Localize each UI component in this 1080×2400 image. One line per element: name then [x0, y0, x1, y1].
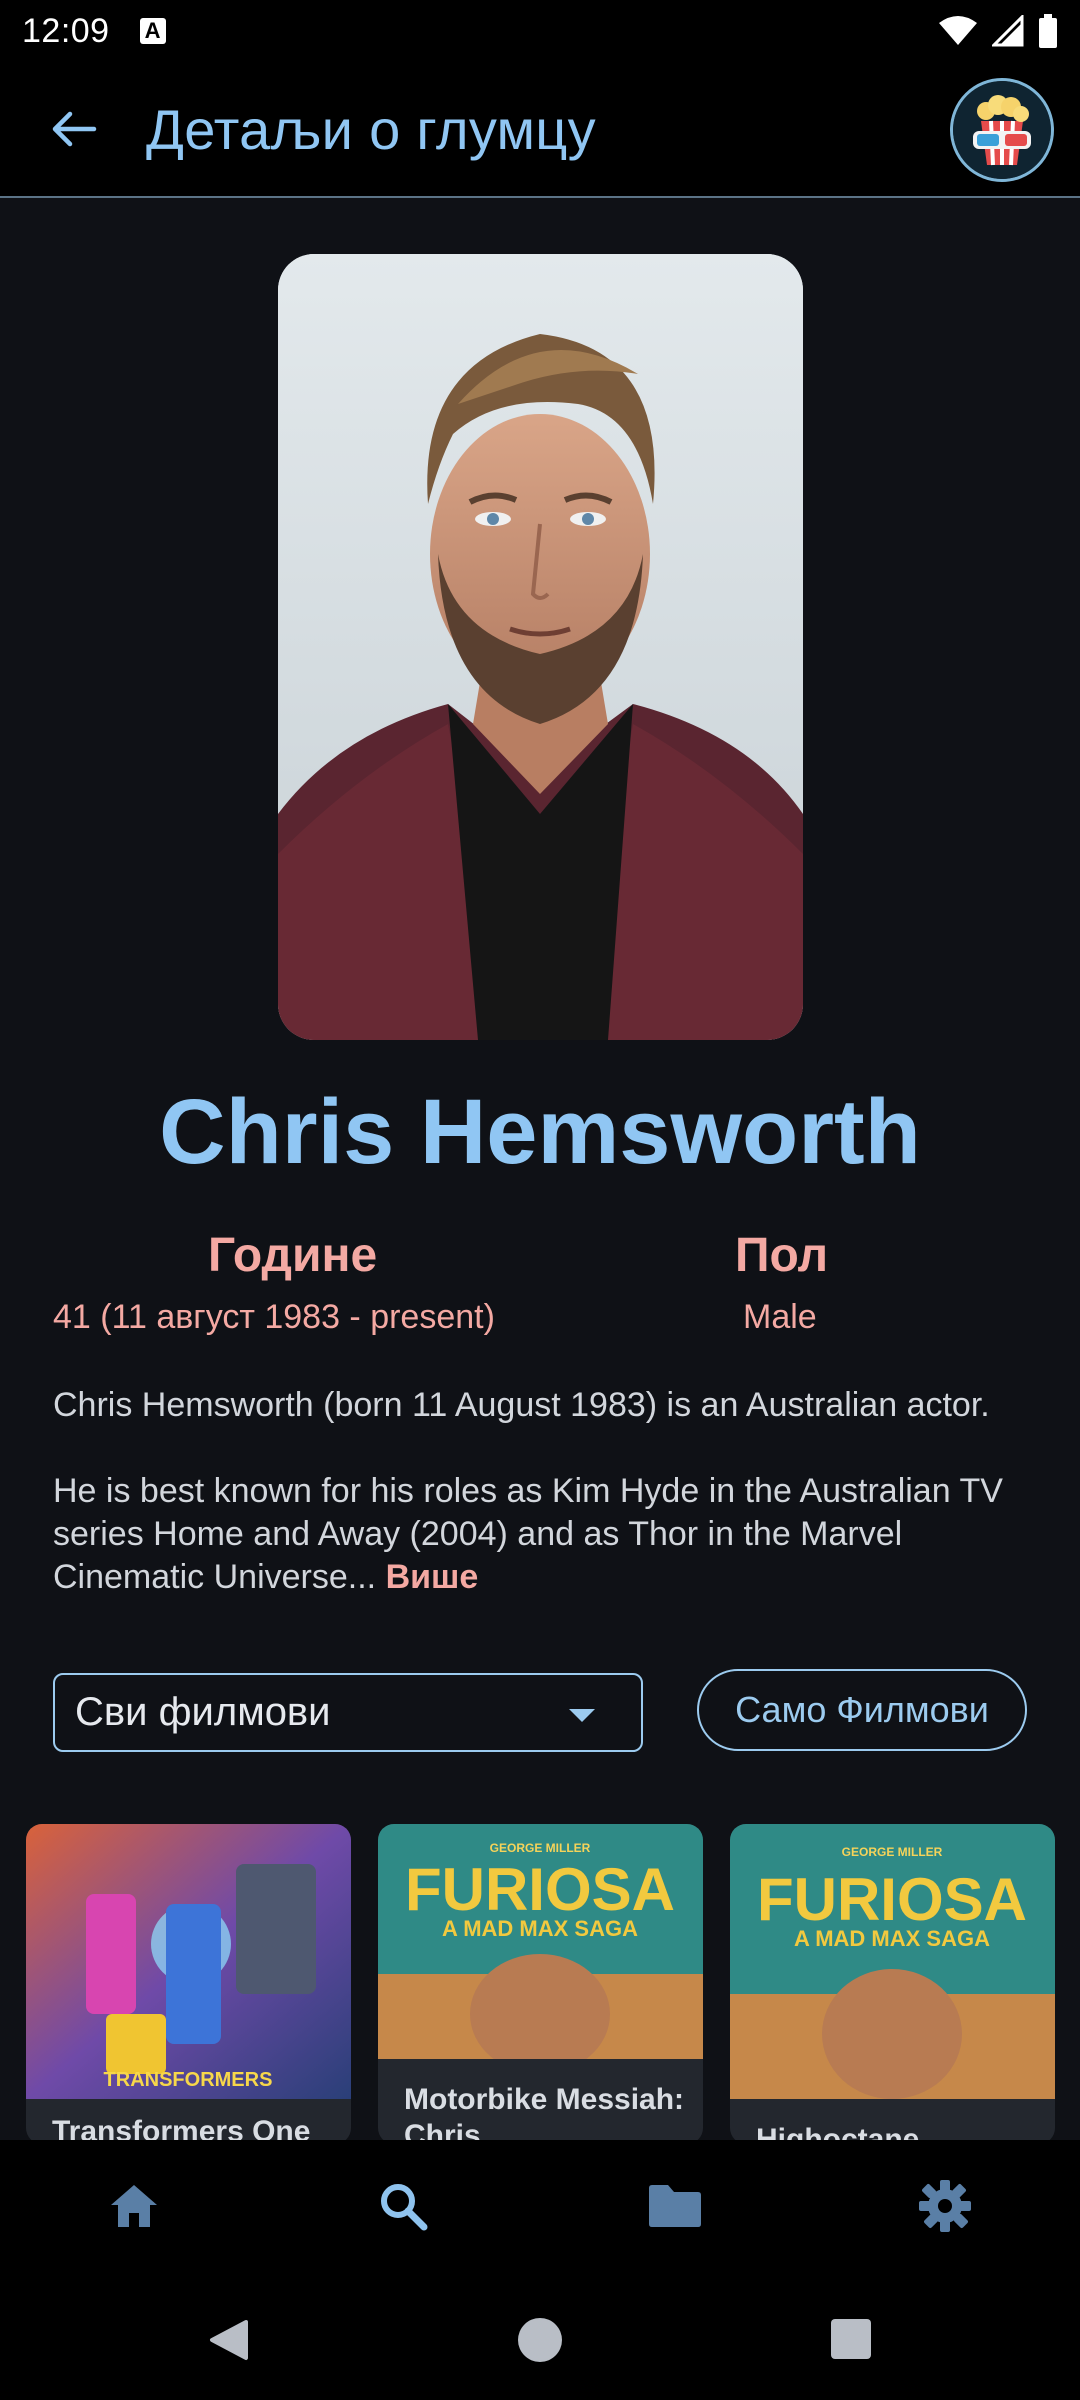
only-movies-button[interactable]: Само Филмови	[697, 1669, 1027, 1751]
home-circle-icon[interactable]	[516, 2316, 564, 2364]
app-bar: Детаљи о глумцу	[0, 62, 1080, 198]
cell-signal-icon	[992, 15, 1024, 47]
movie-card[interactable]: TRANSFORMERS Transformers One	[26, 1824, 351, 2144]
wifi-icon	[939, 16, 977, 45]
popcorn-3d-glasses-logo	[953, 81, 1051, 179]
status-bar: 12:09 A	[0, 0, 1080, 62]
bio-paragraph-2: He is best known for his roles as Kim Hy…	[53, 1470, 1043, 1599]
movie-filter-dropdown[interactable]: Сви филмови	[53, 1673, 643, 1752]
poster-subtitle: A MAD MAX SAGA	[794, 1926, 990, 1951]
status-icons	[938, 14, 1058, 48]
actor-photo	[278, 254, 803, 1040]
poster-text: TRANSFORMERS	[104, 2069, 273, 2091]
notification-a-icon: A	[139, 18, 166, 44]
actor-name: Chris Hemsworth	[159, 1081, 921, 1183]
status-time: 12:09	[22, 11, 110, 50]
nav-search[interactable]	[371, 2174, 435, 2238]
battery-icon	[1039, 14, 1057, 48]
actor-portrait-image	[278, 254, 803, 1040]
bio-paragraph-2-text: He is best known for his roles as Kim Hy…	[53, 1472, 1003, 1596]
poster-title: FURIOSA	[405, 1856, 675, 1923]
bio-paragraph-1: Chris Hemsworth (born 11 August 1983) is…	[53, 1386, 990, 1424]
poster-subtitle: A MAD MAX SAGA	[442, 1916, 638, 1941]
nav-settings[interactable]	[913, 2174, 977, 2238]
back-button[interactable]	[34, 89, 114, 169]
age-label: Године	[208, 1229, 378, 1282]
app-logo[interactable]	[950, 78, 1054, 182]
poster-director: GEORGE MILLER	[490, 1841, 591, 1855]
page-title: Детаљи о глумцу	[146, 97, 596, 161]
search-icon	[381, 2184, 428, 2231]
gender-label: Пол	[735, 1229, 829, 1282]
nav-library[interactable]	[643, 2174, 707, 2238]
folder-icon	[649, 2185, 701, 2227]
home-icon	[111, 2185, 157, 2227]
bottom-navigation	[0, 2140, 1080, 2274]
settings-icon	[919, 2180, 971, 2232]
system-navigation-bar	[0, 2274, 1080, 2400]
recents-square-icon[interactable]	[830, 2318, 872, 2360]
poster-title: FURIOSA	[757, 1866, 1027, 1933]
age-value: 41 (11 август 1983 - present)	[53, 1298, 495, 1336]
movie-card[interactable]: GEORGE MILLER FURIOSA A MAD MAX SAGA Mot…	[378, 1824, 703, 2144]
nav-home[interactable]	[102, 2174, 166, 2238]
movie-card[interactable]: GEORGE MILLER FURIOSA A MAD MAX SAGA Hig…	[730, 1824, 1055, 2144]
actor-biography: Chris Hemsworth (born 11 August 1983) is…	[53, 1384, 1043, 1642]
poster-director: GEORGE MILLER	[842, 1845, 943, 1859]
arrow-left-icon	[52, 111, 97, 147]
movie-poster: GEORGE MILLER FURIOSA A MAD MAX SAGA	[730, 1824, 1055, 2099]
movie-poster: GEORGE MILLER FURIOSA A MAD MAX SAGA	[378, 1824, 703, 2059]
movie-poster: TRANSFORMERS	[26, 1824, 351, 2099]
movie-title: Motorbike Messiah: Chris	[404, 2083, 685, 2144]
dropdown-value: Сви филмови	[75, 1690, 331, 1734]
dropdown-arrow-icon	[569, 1709, 595, 1722]
more-link[interactable]: Више	[386, 1558, 479, 1596]
back-triangle-icon[interactable]	[206, 2318, 250, 2362]
gender-value: Male	[743, 1298, 817, 1336]
